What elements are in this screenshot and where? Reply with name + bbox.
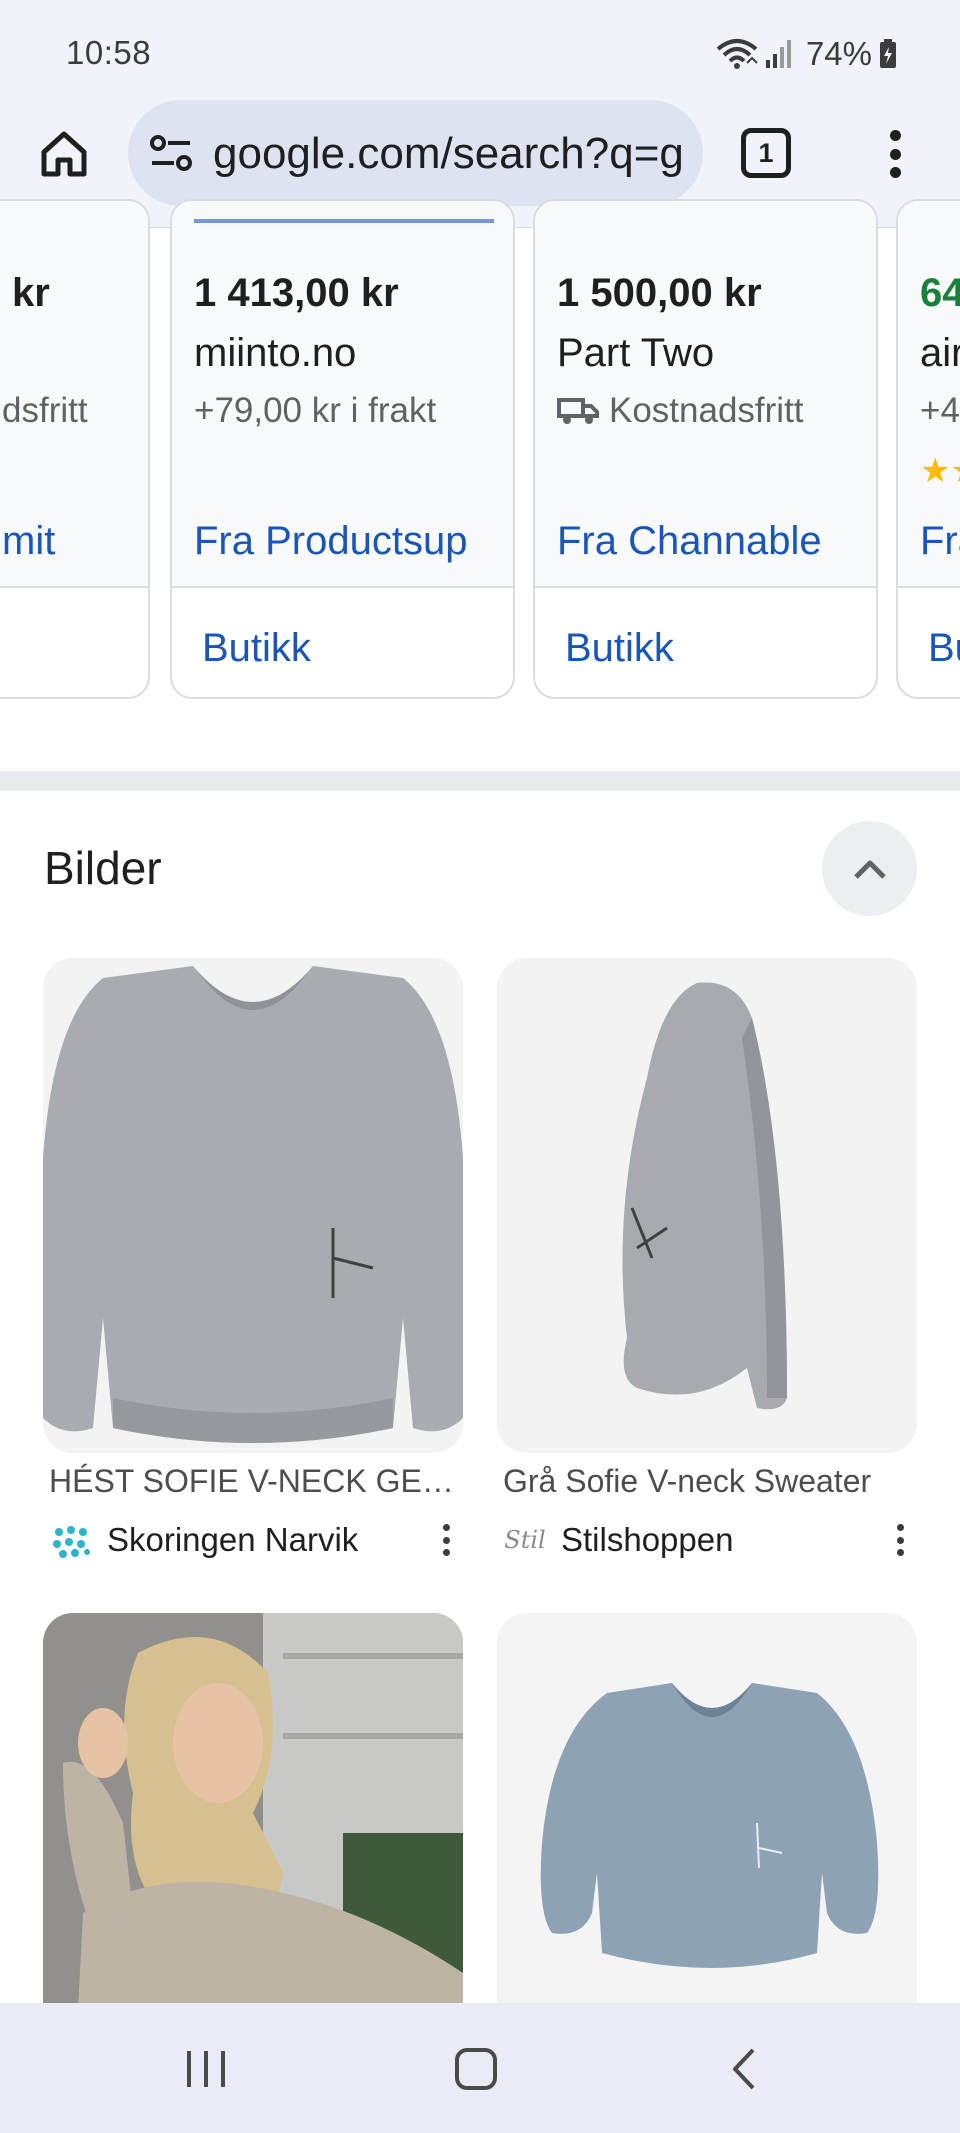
product-price: 1 413,00 kr	[194, 271, 399, 315]
status-time: 10:58	[66, 34, 152, 71]
product-card[interactable]: 1 413,00 kr miinto.no +79,00 kr i frakt …	[170, 199, 515, 699]
product-card[interactable]: 1 500,00 kr Part Two Kostnadsfritt Fra C…	[533, 199, 878, 699]
more-options-icon[interactable]	[893, 1520, 907, 1560]
shopping-carousel[interactable]: kr dsfritt mit 1 413,00 kr miinto.no +79…	[0, 199, 960, 729]
back-button[interactable]	[714, 2039, 774, 2099]
wifi-icon	[716, 39, 758, 69]
home-icon	[41, 131, 87, 177]
tab-switcher-button[interactable]: 1	[741, 128, 791, 178]
more-vert-icon[interactable]	[880, 124, 910, 184]
image-caption[interactable]: Grå Sofie V-neck Sweater	[503, 1463, 913, 1500]
image-source[interactable]: Skoringen Narvik	[49, 1518, 469, 1562]
product-source-link[interactable]: Fra Productsup	[194, 519, 467, 564]
battery-percent: 74%	[805, 35, 872, 72]
recents-button[interactable]	[176, 2039, 236, 2099]
product-shipping: Kostnadsfritt	[557, 391, 804, 431]
product-price: kr	[12, 271, 50, 315]
source-name: Skoringen Narvik	[107, 1521, 359, 1558]
app-root: 10:58 74% google.com/search?q=gr 1 kr ds…	[0, 0, 960, 2133]
signal-icon	[765, 40, 791, 68]
image-source[interactable]: Stil Stilshoppen	[503, 1518, 923, 1562]
stilshoppen-logo-icon: Stil	[504, 1526, 546, 1554]
images-section-header: Bilder	[0, 791, 960, 941]
collapse-button[interactable]	[822, 821, 917, 916]
product-source-link[interactable]: Fra	[920, 519, 960, 564]
star-rating: ★★	[920, 452, 960, 490]
product-shipping: +4	[920, 391, 960, 430]
product-title-link[interactable]	[194, 211, 494, 223]
product-shipping: +79,00 kr i frakt	[194, 391, 437, 430]
url-text: google.com/search?q=gr	[213, 129, 683, 178]
shop-button[interactable]: Butikk	[202, 626, 311, 671]
product-card[interactable]: 64 air +4 ★★ Fra Bu	[896, 199, 960, 699]
recents-icon	[187, 2051, 225, 2087]
image-caption[interactable]: HÉST SOFIE V-NECK GEN...	[49, 1463, 459, 1500]
product-seller: Part Two	[557, 331, 715, 375]
product-price: 1 500,00 kr	[557, 271, 762, 315]
product-seller: air	[920, 331, 960, 375]
back-icon	[733, 2048, 755, 2090]
section-title: Bilder	[44, 842, 162, 894]
shop-button[interactable]: Butikk	[565, 626, 674, 671]
home-nav-button[interactable]	[446, 2039, 506, 2099]
truck-icon	[557, 398, 599, 424]
address-bar[interactable]: google.com/search?q=gr	[128, 100, 703, 206]
image-thumbnail[interactable]	[43, 958, 463, 1453]
sweater-image	[43, 958, 463, 1453]
more-options-icon[interactable]	[439, 1520, 453, 1560]
status-bar: 10:58 74%	[0, 0, 960, 100]
system-nav-bar	[0, 2003, 960, 2133]
battery-icon	[880, 39, 896, 68]
home-nav-icon	[455, 2048, 497, 2090]
product-source-link[interactable]: Fra Channable	[557, 519, 822, 564]
product-price: 64	[920, 271, 960, 315]
shop-button[interactable]: Bu	[928, 626, 960, 671]
product-shipping: dsfritt	[2, 391, 88, 430]
product-card[interactable]: kr dsfritt mit	[0, 199, 150, 699]
image-thumbnail[interactable]	[497, 958, 917, 1453]
site-info-icon[interactable]	[148, 131, 194, 177]
home-button[interactable]	[34, 124, 94, 184]
section-divider	[0, 771, 960, 791]
tab-count: 1	[758, 137, 774, 168]
product-seller: miinto.no	[194, 331, 357, 375]
sweater-image	[497, 958, 917, 1453]
product-source-link[interactable]: mit	[2, 519, 55, 564]
source-name: Stilshoppen	[561, 1521, 734, 1558]
chevron-up-icon	[853, 860, 886, 879]
skoringen-logo-icon	[49, 1518, 93, 1562]
status-indicators: 74%	[716, 34, 898, 74]
